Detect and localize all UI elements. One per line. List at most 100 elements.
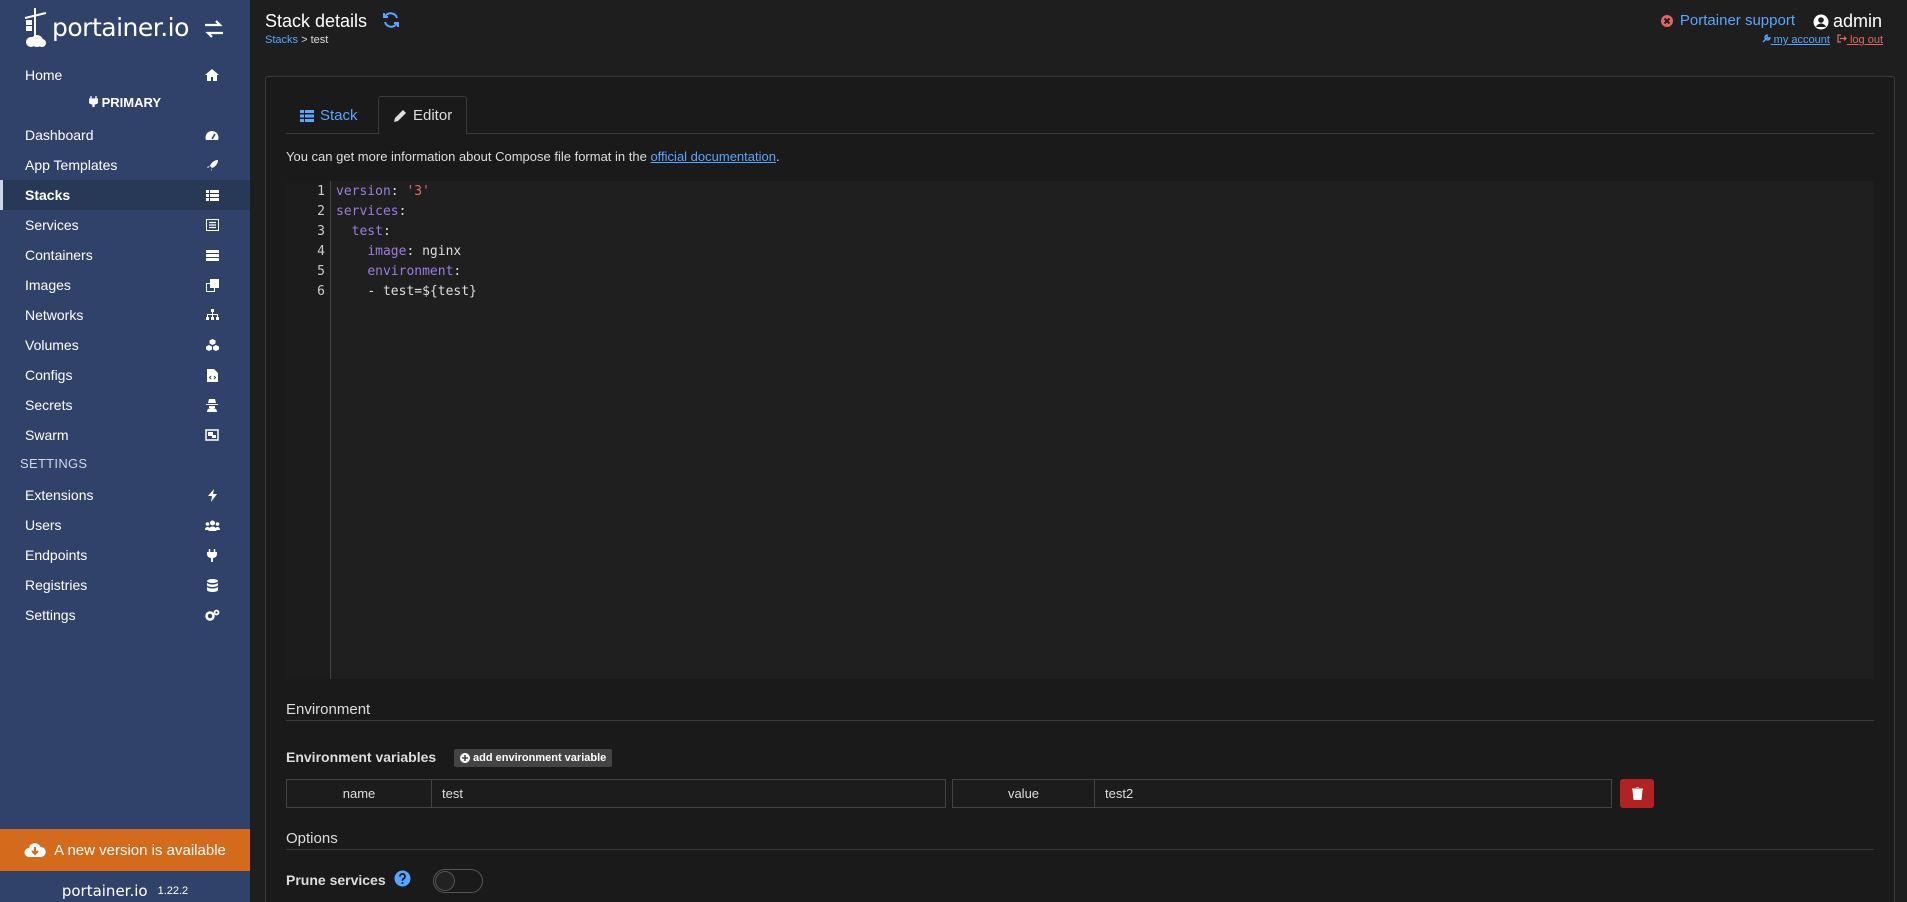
sidebar-item-services[interactable]: Services [0,210,250,240]
tab-stack-label: Stack [320,107,358,124]
cubes-icon [204,337,220,353]
line-number: 3 [317,224,325,239]
sidebar-item-stacks[interactable]: Stacks [0,180,250,210]
env-name-input[interactable]: test [432,780,463,807]
life-ring-icon [1660,14,1673,27]
sidebar-item-label: Containers [25,247,93,263]
sidebar-item-label: Volumes [25,337,79,353]
user-secret-icon [204,397,220,413]
clone-icon [204,277,220,293]
page-header: Stack details Stacks > test Portainer su… [250,0,1907,70]
server-icon [204,247,220,263]
tab-stack[interactable]: Stack [286,96,372,135]
sidebar-item-label: App Templates [25,157,118,173]
settings-heading: SETTINGS [20,456,88,471]
sidebar-item-home[interactable]: Home [0,60,250,90]
sidebar-item-containers[interactable]: Containers [0,240,250,270]
plug-icon [204,547,220,563]
code-token-key: environment [367,264,454,279]
th-list-icon [300,109,314,122]
official-documentation-link[interactable]: official documentation [650,149,776,164]
refresh-icon[interactable] [382,11,400,29]
sidebar-item-networks[interactable]: Networks [0,300,250,330]
sidebar-item-label: Secrets [25,397,73,413]
plus-circle-icon [460,753,470,763]
question-circle-icon[interactable] [394,870,411,887]
sidebar-item-secrets[interactable]: Secrets [0,390,250,420]
plug-icon [88,95,102,110]
code-token-key: image [367,244,407,259]
rocket-icon [204,157,220,173]
info-suffix: . [775,149,780,164]
logout-link[interactable]: log out [1837,34,1883,46]
sidebar-item-registries[interactable]: Registries [0,570,250,600]
sidebar-item-dashboard[interactable]: Dashboard [0,120,250,150]
prune-services-toggle[interactable] [433,869,483,893]
exchange-icon[interactable] [203,18,225,40]
add-environment-variable-button[interactable]: add environment variable [454,749,613,767]
logo-row: portainer.io [0,0,250,58]
code-line: services: [336,204,406,219]
my-account-label: my account [1773,34,1830,46]
breadcrumb-separator: > [298,34,311,46]
tab-editor-label: Editor [413,107,453,124]
sidebar-item-settings[interactable]: Settings [0,600,250,630]
line-number: 6 [317,284,325,299]
sidebar-item-label: Stacks [25,187,71,203]
environment-variables-label: Environment variables [286,749,437,765]
code-token-value: '3' [406,184,430,199]
sidebar-item-label: Users [25,517,62,533]
env-value-input[interactable]: test2 [1095,780,1133,807]
options-section-title: Options [286,830,338,847]
tab-bar: Stack Editor [286,96,1874,135]
sidebar-footer: portainer.io 1.22.2 [0,879,250,902]
sidebar-item-label: Endpoints [25,547,88,563]
code-token-plain: - test=${test} [367,284,477,299]
env-value-field[interactable]: value test2 [952,779,1612,808]
support-label: Portainer support [1679,12,1795,29]
users-icon [204,517,220,533]
env-name-field[interactable]: name test [286,779,946,808]
sidebar-item-users[interactable]: Users [0,510,250,540]
remove-env-var-button[interactable] [1620,779,1654,808]
portainer-support-link[interactable]: Portainer support [1660,12,1795,29]
code-token-sep: : [382,224,391,239]
line-number: 4 [317,244,325,259]
th-list-icon [204,187,220,203]
info-prefix: You can get more information about Compo… [286,149,651,164]
toggle-knob [435,871,455,891]
update-banner[interactable]: A new version is available [0,829,250,871]
sidebar-item-extensions[interactable]: Extensions [0,480,250,510]
sidebar-item-app-templates[interactable]: App Templates [0,150,250,180]
user-links: my account log out [1762,34,1883,46]
sidebar-item-images[interactable]: Images [0,270,250,300]
my-account-link[interactable]: my account [1762,34,1830,46]
code-token-indent [336,264,367,279]
sidebar-item-configs[interactable]: Configs [0,360,250,390]
code-token-indent [336,244,367,259]
wrench-icon [1762,34,1771,43]
code-line: environment: [336,264,461,279]
logo-text: portainer.io [52,12,189,42]
code-token-sep: : [390,184,407,199]
endpoint-label: PRIMARY [101,95,162,110]
sidebar-item-label: Services [25,217,79,233]
breadcrumb-stacks-link[interactable]: Stacks [265,34,298,46]
user-menu: admin [1813,11,1882,32]
sidebar-item-endpoints[interactable]: Endpoints [0,540,250,570]
sidebar-item-label: Configs [25,367,73,383]
portainer-logo[interactable]: portainer.io [22,6,189,48]
footer-logo: portainer.io [61,881,148,900]
logout-label: log out [1849,34,1883,46]
sidebar-item-label: Extensions [25,487,94,503]
tab-editor[interactable]: Editor [378,96,468,135]
sidebar-item-swarm[interactable]: Swarm [0,420,250,450]
app-version: 1.22.2 [157,884,189,897]
sidebar-item-volumes[interactable]: Volumes [0,330,250,360]
database-icon [204,577,220,593]
compose-code-editor[interactable]: 123456 version: '3' services: test: image… [286,181,1874,679]
code-line: version: '3' [336,184,430,199]
bolt-icon [204,487,220,503]
sidebar-item-label: Home [25,67,63,83]
line-number: 1 [317,184,325,199]
